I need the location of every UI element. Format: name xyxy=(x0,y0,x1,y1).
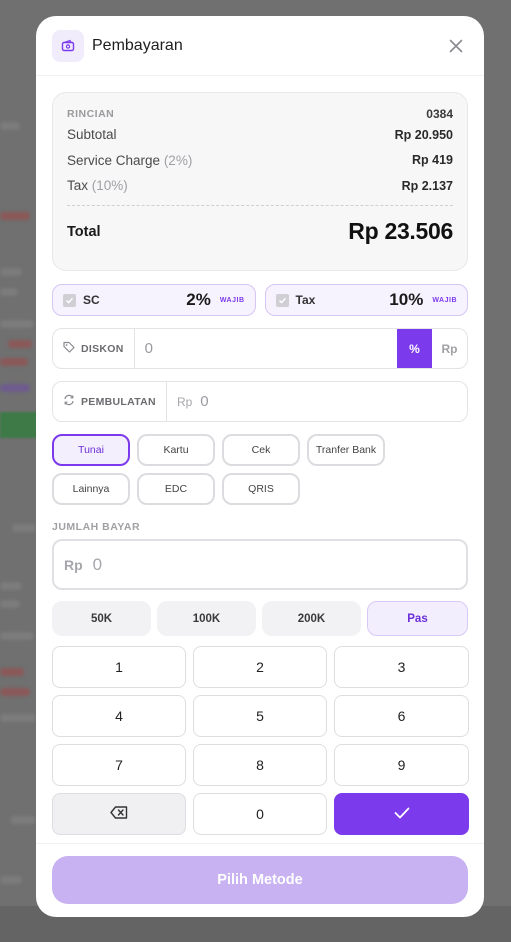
summary-row-subtotal: Subtotal Rp 20.950 xyxy=(67,122,453,148)
backspace-icon xyxy=(110,806,128,822)
summary-row-value: Rp 419 xyxy=(412,153,453,168)
summary-label: RINCIAN xyxy=(67,108,115,120)
discount-input[interactable]: 0 xyxy=(135,329,397,368)
charge-name: SC xyxy=(83,293,100,307)
summary-row-label: Subtotal xyxy=(67,127,117,143)
backspace-button[interactable] xyxy=(52,793,186,835)
discount-label-box: DISKON xyxy=(53,329,135,368)
method-transfer-bank[interactable]: Tranfer Bank xyxy=(307,434,385,466)
refresh-icon xyxy=(63,394,81,409)
rounding-label-box: PEMBULATAN xyxy=(53,382,167,421)
quick-50k-button[interactable]: 50K xyxy=(52,601,151,636)
summary-row-tax: Tax (10%) Rp 2.137 xyxy=(67,173,453,199)
modal-title: Pembayaran xyxy=(92,36,183,54)
quick-amounts: 50K 100K 200K Pas xyxy=(52,601,468,636)
discount-label: DISKON xyxy=(81,342,124,355)
wallet-icon xyxy=(52,29,84,62)
amount-value: 0 xyxy=(92,554,103,574)
amount-prefix: Rp xyxy=(64,556,83,573)
amount-label: JUMLAH BAYAR xyxy=(52,521,141,533)
charge-percent: 2% xyxy=(186,290,211,309)
method-cek[interactable]: Cek xyxy=(222,434,300,466)
quick-200k-button[interactable]: 200K xyxy=(262,601,361,636)
confirm-button[interactable] xyxy=(334,793,469,835)
numeric-keypad: 1 2 3 4 5 6 7 8 9 0 xyxy=(52,646,469,835)
rounding-field: PEMBULATAN Rp 0 xyxy=(52,381,468,422)
key-2[interactable]: 2 xyxy=(193,646,327,688)
method-kartu[interactable]: Kartu xyxy=(137,434,215,466)
total-value: Rp 23.506 xyxy=(348,218,453,244)
check-icon xyxy=(394,806,410,822)
required-badge: WAJIB xyxy=(432,296,457,304)
key-9[interactable]: 9 xyxy=(334,744,469,786)
service-charge-toggle[interactable]: SC 2% WAJIB xyxy=(52,284,256,316)
summary-row-note: (2%) xyxy=(163,152,193,168)
checkbox-icon[interactable] xyxy=(275,293,289,307)
summary-row-value: Rp 20.950 xyxy=(394,127,453,142)
method-lainnya[interactable]: Lainnya xyxy=(52,473,130,505)
key-0[interactable]: 0 xyxy=(193,793,327,835)
summary-row-note: (10%) xyxy=(91,178,128,194)
order-code: 0384 xyxy=(426,107,453,121)
key-5[interactable]: 5 xyxy=(193,695,327,737)
required-badge: WAJIB xyxy=(219,296,245,304)
key-7[interactable]: 7 xyxy=(52,744,186,786)
summary-row-label: Service Charge xyxy=(67,152,161,168)
rounding-value: 0 xyxy=(200,393,209,410)
key-8[interactable]: 8 xyxy=(193,744,327,786)
summary-row-value: Rp 2.137 xyxy=(401,178,453,193)
method-tunai[interactable]: Tunai xyxy=(52,434,130,466)
payment-modal: Pembayaran RINCIAN 0384 Subtotal Rp 20.9… xyxy=(36,16,484,917)
discount-mode-percent[interactable]: % xyxy=(397,329,432,368)
modal-header: Pembayaran xyxy=(36,16,484,76)
discount-field: DISKON 0 % Rp xyxy=(52,328,468,369)
charge-name: Tax xyxy=(295,293,316,307)
exact-amount-button[interactable]: Pas xyxy=(367,601,468,636)
amount-input[interactable]: Rp 0 xyxy=(52,539,468,590)
tax-toggle[interactable]: Tax 10% WAJIB xyxy=(264,284,468,316)
key-3[interactable]: 3 xyxy=(334,646,469,688)
charge-percent: 10% xyxy=(389,290,424,309)
rounding-input[interactable]: Rp 0 xyxy=(167,382,467,421)
summary-row-label: Tax xyxy=(67,178,89,194)
modal-footer: Pilih Metode xyxy=(36,843,484,917)
discount-mode-rupiah[interactable]: Rp xyxy=(432,329,467,368)
choose-method-button[interactable]: Pilih Metode xyxy=(52,856,468,904)
key-4[interactable]: 4 xyxy=(52,695,186,737)
rounding-label: PEMBULATAN xyxy=(81,395,156,408)
total-label: Total xyxy=(67,223,101,240)
payment-summary: RINCIAN 0384 Subtotal Rp 20.950 Service … xyxy=(52,92,468,271)
tag-icon xyxy=(63,341,81,356)
key-1[interactable]: 1 xyxy=(52,646,186,688)
payment-methods: Tunai Kartu Cek Tranfer Bank Lainnya EDC… xyxy=(52,434,468,505)
method-edc[interactable]: EDC xyxy=(137,473,215,505)
quick-100k-button[interactable]: 100K xyxy=(157,601,256,636)
charge-toggles: SC 2% WAJIB Tax 10% WAJIB xyxy=(52,284,468,316)
rounding-prefix: Rp xyxy=(176,394,193,409)
checkbox-icon[interactable] xyxy=(63,293,76,307)
method-qris[interactable]: QRIS xyxy=(222,473,300,505)
discount-mode-toggle: % Rp xyxy=(397,329,467,368)
close-icon[interactable] xyxy=(444,34,468,58)
key-6[interactable]: 6 xyxy=(334,695,469,737)
summary-total: Total Rp 23.506 xyxy=(67,206,453,258)
summary-row-service-charge: Service Charge (2%) Rp 419 xyxy=(67,148,453,174)
